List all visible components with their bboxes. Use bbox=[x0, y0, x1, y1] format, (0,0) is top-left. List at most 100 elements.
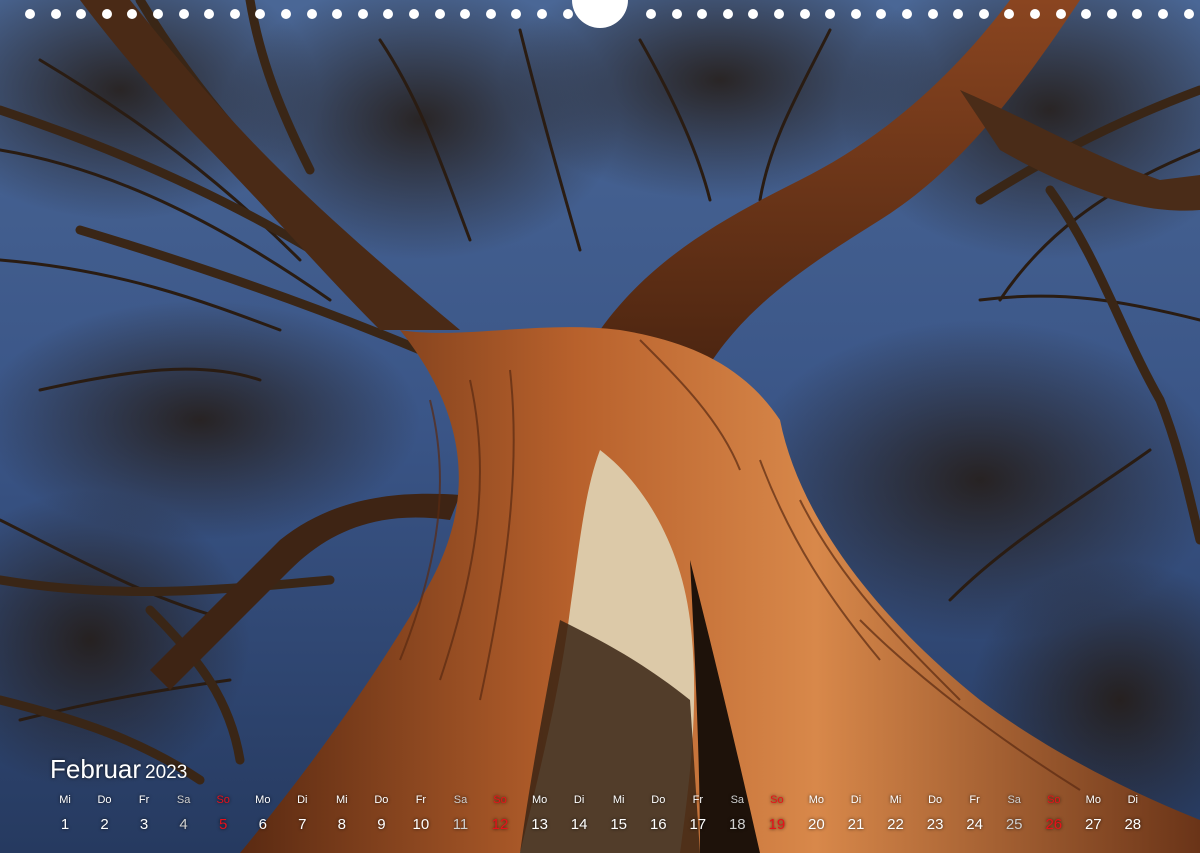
day-cell: Do 2 bbox=[85, 793, 125, 835]
month-title: Februar 2023 bbox=[50, 754, 187, 785]
day-number: 12 bbox=[491, 816, 509, 833]
day-cell: Mo 20 bbox=[796, 793, 836, 835]
day-cell: Do 9 bbox=[361, 793, 401, 835]
day-cell: Sa 4 bbox=[164, 793, 204, 835]
day-cell: Di 14 bbox=[559, 793, 599, 835]
binding-hole bbox=[927, 9, 938, 19]
weekday-label: Do bbox=[374, 794, 389, 806]
day-cell: Mo 27 bbox=[1073, 793, 1113, 835]
weekday-label: Fr bbox=[138, 794, 150, 806]
day-number: 8 bbox=[337, 816, 346, 833]
binding-hole bbox=[1081, 9, 1092, 19]
weekday-label: Do bbox=[97, 794, 112, 806]
weekday-label: Di bbox=[850, 794, 862, 806]
day-number: 4 bbox=[179, 816, 188, 833]
day-number: 14 bbox=[570, 816, 588, 833]
day-number: 2 bbox=[100, 816, 109, 833]
day-cell: Fr 17 bbox=[678, 793, 718, 835]
binding-hole bbox=[229, 9, 240, 19]
day-number: 26 bbox=[1045, 816, 1063, 833]
weekday-label: Sa bbox=[453, 794, 468, 806]
weekday-label: Di bbox=[297, 794, 308, 806]
binding-hole bbox=[76, 9, 87, 19]
day-number: 13 bbox=[531, 816, 548, 833]
weekday-label: Do bbox=[928, 794, 943, 806]
day-number: 22 bbox=[887, 816, 904, 833]
weekday-label: Mi bbox=[612, 794, 625, 806]
binding-hole bbox=[50, 9, 61, 19]
day-cell: Fr 24 bbox=[955, 793, 995, 835]
weekday-label: Fr bbox=[415, 794, 427, 806]
year-label: 2023 bbox=[145, 762, 188, 783]
day-number: 18 bbox=[728, 816, 746, 833]
day-cell: Sa 25 bbox=[994, 793, 1034, 835]
day-cell: So 5 bbox=[203, 793, 243, 835]
weekday-label: Di bbox=[1127, 794, 1138, 806]
weekday-label: Mo bbox=[255, 794, 271, 806]
binding-hole bbox=[153, 9, 163, 19]
binding-hole bbox=[646, 9, 656, 19]
binding-hole bbox=[671, 9, 682, 19]
weekday-label: Mi bbox=[335, 794, 348, 806]
day-cell: So 19 bbox=[757, 793, 797, 835]
day-cell: Di 28 bbox=[1113, 793, 1153, 835]
weekday-label: Fr bbox=[692, 794, 703, 806]
weekday-label: Mo bbox=[808, 794, 825, 806]
binding-hole bbox=[562, 9, 573, 19]
binding-hole bbox=[281, 9, 291, 19]
binding-hole bbox=[697, 9, 708, 19]
binding-hole bbox=[511, 9, 522, 19]
binding-hole bbox=[178, 9, 189, 19]
day-number: 15 bbox=[610, 816, 628, 833]
binding-hole bbox=[537, 9, 547, 19]
binding-hole bbox=[850, 9, 861, 19]
binding-hole bbox=[460, 9, 471, 19]
binding-hole bbox=[953, 9, 964, 19]
weekday-label: Mo bbox=[531, 794, 548, 806]
weekday-label: Do bbox=[651, 794, 666, 806]
day-cell: Mi 15 bbox=[599, 793, 639, 835]
day-number: 28 bbox=[1124, 816, 1142, 833]
weekday-label: Mo bbox=[1085, 794, 1101, 806]
binding-hole bbox=[409, 9, 419, 19]
day-number: 21 bbox=[847, 816, 865, 833]
binding-hole bbox=[485, 9, 496, 19]
day-cell: Mi 1 bbox=[45, 793, 85, 835]
day-number: 20 bbox=[808, 816, 825, 833]
day-number: 10 bbox=[412, 816, 430, 833]
binding-hole bbox=[902, 9, 912, 19]
binding-hole bbox=[255, 9, 266, 19]
weekday-label: So bbox=[1047, 794, 1061, 806]
day-number: 27 bbox=[1084, 816, 1102, 833]
day-cell: Fr 3 bbox=[124, 793, 164, 835]
day-cell: Di 21 bbox=[836, 793, 876, 835]
binding-hole bbox=[1183, 9, 1194, 19]
day-number: 11 bbox=[452, 816, 469, 833]
binding-hole bbox=[978, 9, 989, 19]
weekday-label: Sa bbox=[176, 794, 191, 806]
day-number: 3 bbox=[139, 816, 149, 833]
month-name: Februar bbox=[50, 754, 142, 784]
binding-hole bbox=[127, 9, 138, 19]
day-cell: Mi 8 bbox=[322, 793, 362, 835]
weekday-label: Sa bbox=[730, 794, 745, 806]
binding-hole bbox=[799, 9, 810, 19]
day-cell: Mi 22 bbox=[876, 793, 916, 835]
day-number: 5 bbox=[219, 816, 228, 833]
day-number: 25 bbox=[1005, 816, 1023, 833]
day-number: 1 bbox=[60, 816, 70, 833]
tree-photograph bbox=[0, 0, 1200, 853]
hanger-hole bbox=[572, 0, 628, 28]
weekday-label: Mi bbox=[59, 794, 71, 806]
weekday-label: So bbox=[216, 794, 230, 806]
day-cell: Sa 18 bbox=[717, 793, 757, 835]
binding-hole bbox=[383, 9, 394, 19]
day-number: 7 bbox=[298, 816, 307, 833]
day-number: 23 bbox=[926, 816, 944, 833]
day-cell: Fr 10 bbox=[401, 793, 441, 835]
binding-hole bbox=[1132, 9, 1143, 19]
binding-hole bbox=[825, 9, 836, 19]
day-number: 9 bbox=[377, 816, 386, 833]
binding-hole bbox=[1106, 9, 1117, 19]
weekday-label: Fr bbox=[969, 794, 980, 806]
